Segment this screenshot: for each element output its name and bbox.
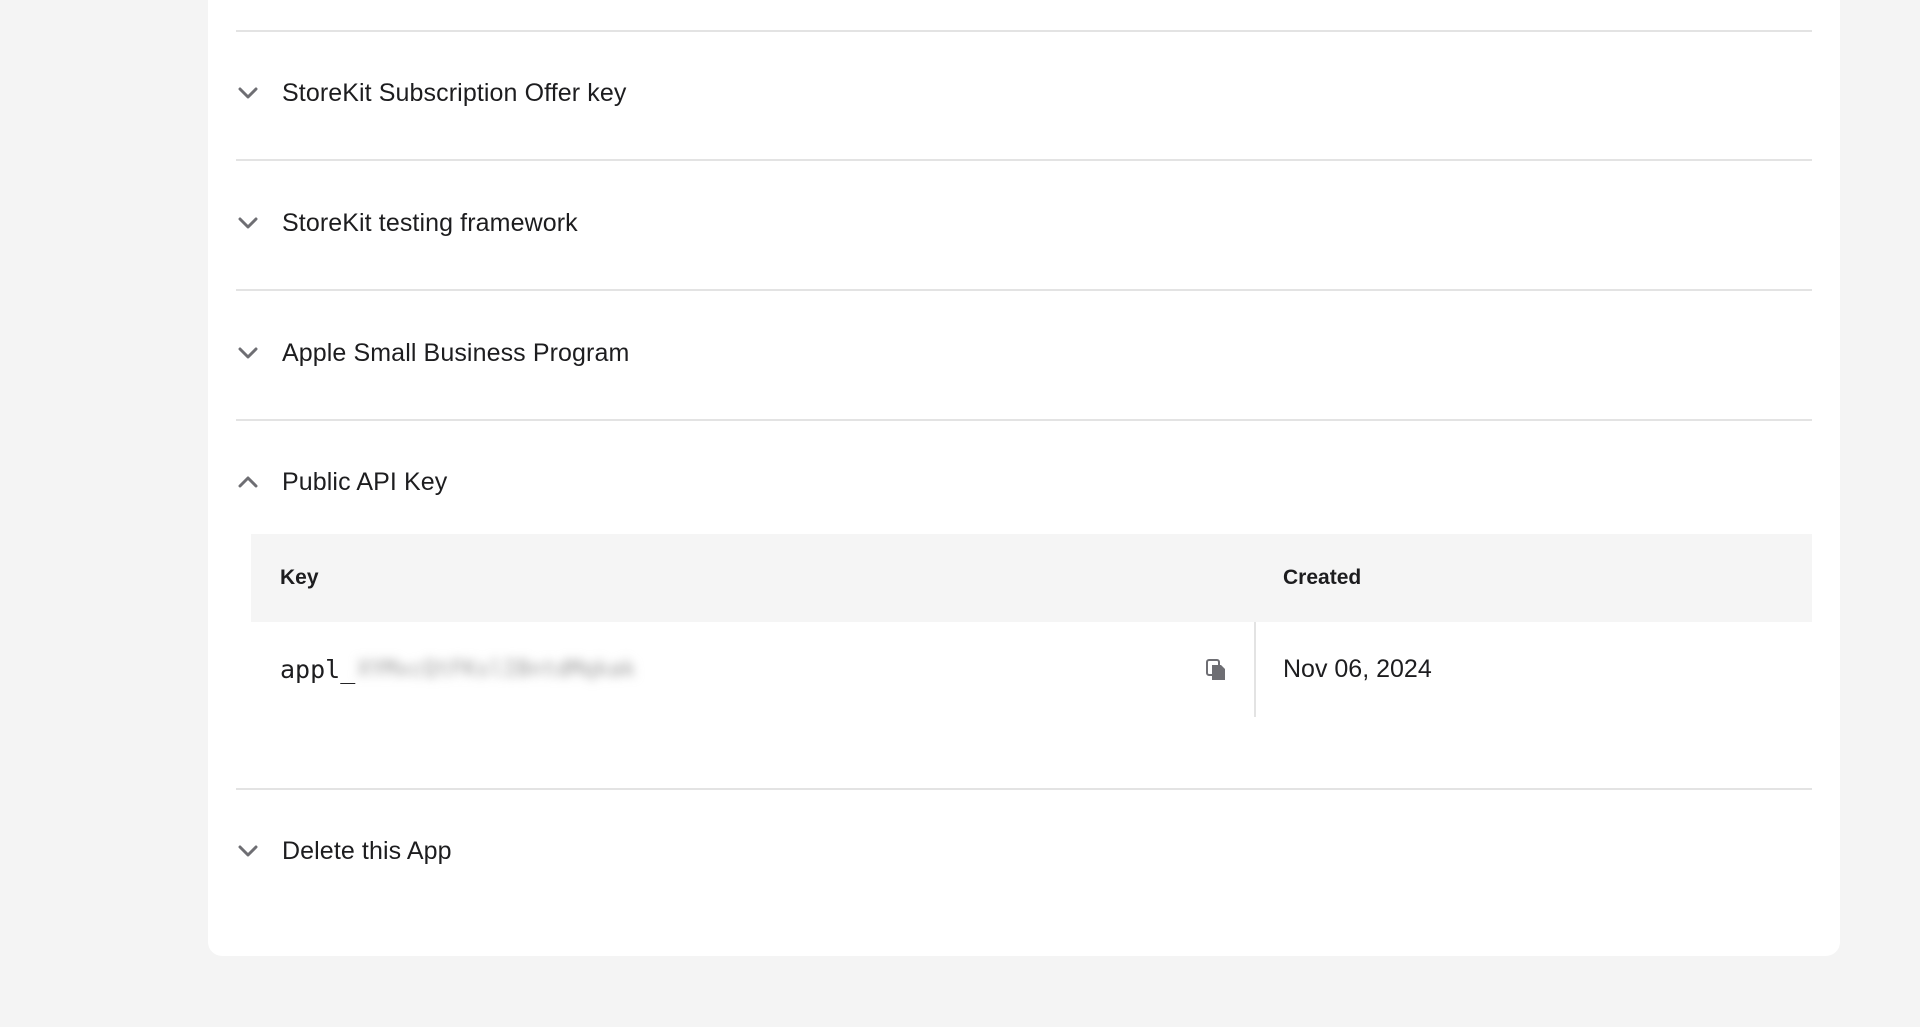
- section-divider: [236, 289, 1812, 291]
- section-title: StoreKit testing framework: [282, 208, 578, 237]
- copy-icon[interactable]: [1205, 658, 1227, 682]
- section-title: StoreKit Subscription Offer key: [282, 78, 627, 107]
- key-cell: appl_ XYMxcQtFKslIBntdMqkak: [251, 622, 1254, 717]
- section-divider: [236, 30, 1812, 32]
- section-title: Apple Small Business Program: [282, 338, 630, 367]
- chevron-up-icon: [236, 470, 260, 494]
- section-divider: [236, 788, 1812, 790]
- section-public-api-key[interactable]: Public API Key: [236, 452, 1812, 512]
- key-redacted: XYMxcQtFKslIBntdMqkak: [357, 657, 636, 682]
- table-row: appl_ XYMxcQtFKslIBntdMqkak Nov 06, 2024: [251, 622, 1812, 717]
- section-storekit-subscription-offer-key[interactable]: StoreKit Subscription Offer key: [236, 63, 1812, 123]
- section-storekit-testing-framework[interactable]: StoreKit testing framework: [236, 193, 1812, 253]
- chevron-down-icon: [236, 839, 260, 863]
- key-prefix: appl_: [280, 655, 356, 684]
- column-header-created: Created: [1283, 566, 1362, 589]
- section-divider: [236, 159, 1812, 161]
- section-title: Public API Key: [282, 467, 448, 496]
- created-cell: Nov 06, 2024: [1283, 655, 1432, 683]
- section-apple-small-business-program[interactable]: Apple Small Business Program: [236, 323, 1812, 383]
- chevron-down-icon: [236, 81, 260, 105]
- table-header: Key Created: [251, 534, 1812, 622]
- chevron-down-icon: [236, 341, 260, 365]
- section-title: Delete this App: [282, 836, 452, 865]
- section-delete-this-app[interactable]: Delete this App: [236, 821, 1812, 881]
- column-header-key: Key: [280, 566, 319, 589]
- section-divider: [236, 419, 1812, 421]
- api-keys-table: Key Created appl_ XYMxcQtFKslIBntdMqkak N…: [251, 534, 1812, 717]
- chevron-down-icon: [236, 211, 260, 235]
